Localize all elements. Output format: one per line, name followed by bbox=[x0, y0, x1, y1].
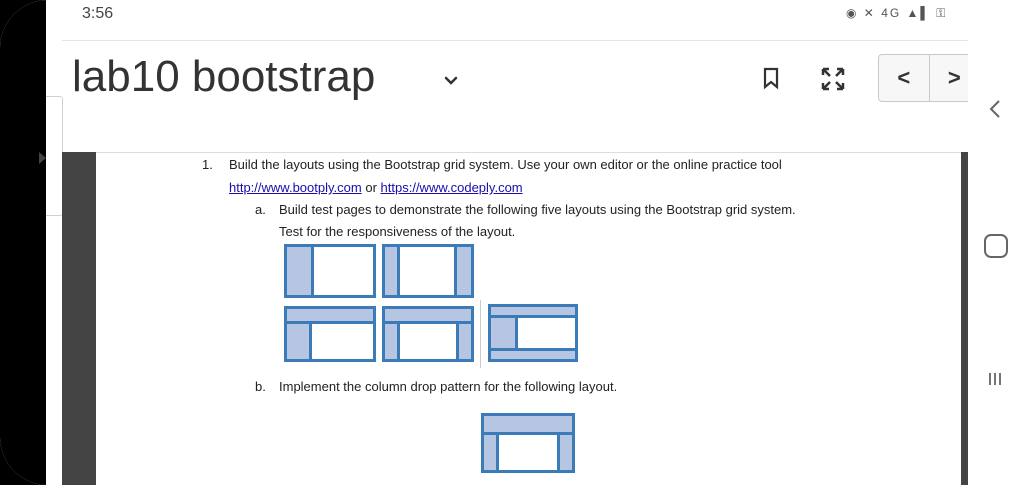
layout-diagram-5 bbox=[488, 304, 578, 362]
column-divider bbox=[397, 247, 400, 295]
footer-row-block bbox=[491, 351, 575, 359]
side-panel-tab[interactable] bbox=[46, 96, 63, 216]
resource-links: http://www.bootply.com or https://www.co… bbox=[229, 180, 523, 195]
sub-b-text: Implement the column drop pattern for th… bbox=[279, 379, 618, 394]
column-divider bbox=[311, 247, 314, 295]
header-divider bbox=[62, 40, 968, 41]
app-screen: 3:56 ◉ ✕ 4G ▲▌ ⚿ lab10 bootstrap < > 1. … bbox=[0, 0, 1024, 485]
header-row-block bbox=[491, 307, 575, 315]
right-column-block bbox=[457, 247, 471, 295]
status-time: 3:56 bbox=[82, 5, 114, 22]
header-row-block bbox=[385, 309, 471, 321]
sub-a-text-line1: Build test pages to demonstrate the foll… bbox=[279, 202, 796, 217]
left-column-block bbox=[385, 324, 397, 359]
column-divider bbox=[515, 318, 518, 348]
sidebar-column-block bbox=[491, 318, 515, 348]
layout-diagram-3 bbox=[284, 306, 376, 362]
header-row-block bbox=[484, 416, 572, 432]
column-divider bbox=[496, 435, 499, 470]
column-divider bbox=[309, 324, 312, 359]
right-column-block bbox=[560, 435, 572, 470]
column-divider bbox=[397, 324, 400, 359]
column-divider bbox=[557, 435, 560, 470]
sub-b-label: b. bbox=[255, 379, 266, 394]
bookmark-icon[interactable] bbox=[759, 66, 783, 90]
previous-button[interactable]: < bbox=[879, 55, 929, 101]
or-text: or bbox=[365, 180, 377, 195]
column-divider bbox=[454, 247, 457, 295]
sub-a-text-line2: Test for the responsiveness of the layou… bbox=[279, 224, 516, 239]
left-column-block bbox=[484, 435, 496, 470]
bootply-link[interactable]: http://www.bootply.com bbox=[229, 180, 362, 195]
figure-separator bbox=[480, 300, 481, 368]
column-drop-diagram bbox=[481, 413, 575, 473]
recents-icon[interactable] bbox=[987, 371, 1003, 387]
page-navigation: < > bbox=[878, 54, 980, 102]
column-divider bbox=[456, 324, 459, 359]
page-title[interactable]: lab10 bootstrap bbox=[72, 52, 375, 102]
item-number: 1. bbox=[202, 157, 213, 172]
header-row-block bbox=[287, 309, 373, 321]
layout-diagram-2 bbox=[382, 244, 474, 298]
back-icon[interactable] bbox=[984, 98, 1006, 120]
expand-icon[interactable] bbox=[818, 64, 848, 94]
device-bezel bbox=[0, 0, 46, 485]
codeply-link[interactable]: https://www.codeply.com bbox=[381, 180, 523, 195]
document-right-border bbox=[961, 152, 968, 485]
sub-a-label: a. bbox=[255, 202, 266, 217]
status-icons: ◉ ✕ 4G ▲▌ ⚿ bbox=[846, 6, 948, 20]
expand-panel-icon[interactable] bbox=[39, 152, 46, 164]
layout-diagram-4 bbox=[382, 306, 474, 362]
document-left-border bbox=[62, 152, 96, 485]
sidebar-column-block bbox=[287, 324, 309, 359]
sidebar-column-block bbox=[287, 247, 311, 295]
item-text: Build the layouts using the Bootstrap gr… bbox=[229, 157, 782, 172]
home-icon[interactable] bbox=[984, 234, 1008, 258]
chevron-down-icon[interactable] bbox=[441, 70, 461, 90]
right-column-block bbox=[459, 324, 471, 359]
left-column-block bbox=[385, 247, 397, 295]
layout-diagram-1 bbox=[284, 244, 376, 298]
